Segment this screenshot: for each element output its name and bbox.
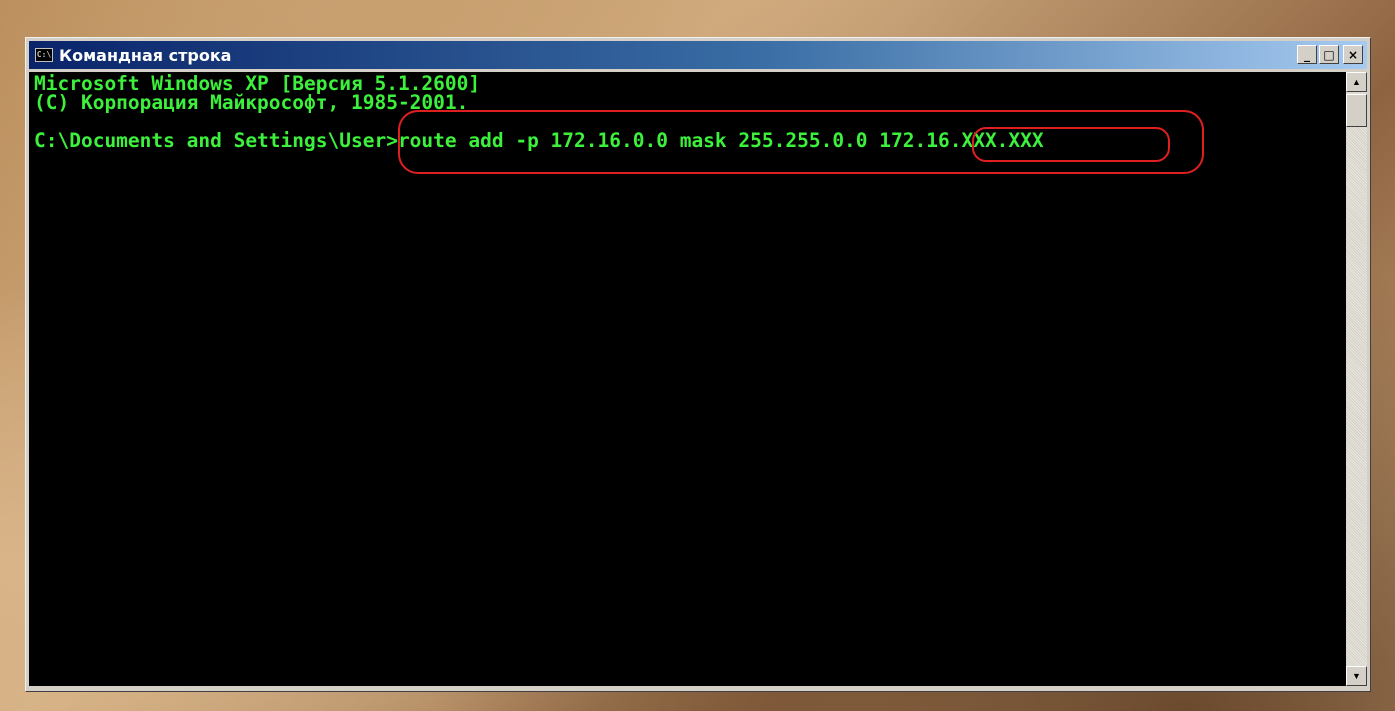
- command-prompt-window: C:\ Командная строка _ □ × Microsoft Win…: [25, 37, 1371, 692]
- title-bar[interactable]: C:\ Командная строка _ □ ×: [29, 41, 1367, 69]
- scroll-thumb[interactable]: [1346, 94, 1367, 127]
- console-line-copyright: (C) Корпорация Майкрософт, 1985-2001.: [34, 91, 469, 114]
- vertical-scrollbar[interactable]: ▲ ▼: [1346, 72, 1367, 686]
- cmd-app-icon[interactable]: C:\: [35, 48, 53, 62]
- console-line-command: C:\Documents and Settings\User>route add…: [34, 129, 1044, 152]
- console-output[interactable]: Microsoft Windows XP [Версия 5.1.2600] (…: [29, 72, 1347, 686]
- window-title: Командная строка: [59, 45, 232, 65]
- window-controls: _ □ ×: [1297, 45, 1363, 64]
- scroll-up-button[interactable]: ▲: [1346, 72, 1367, 92]
- close-button[interactable]: ×: [1343, 45, 1363, 64]
- maximize-button[interactable]: □: [1319, 45, 1339, 64]
- minimize-button[interactable]: _: [1297, 45, 1317, 64]
- scroll-down-button[interactable]: ▼: [1346, 666, 1367, 686]
